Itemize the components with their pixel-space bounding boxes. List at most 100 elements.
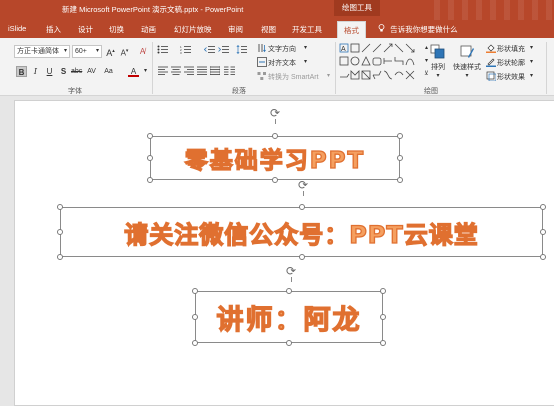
resize-handle[interactable] bbox=[57, 204, 63, 210]
align-right-icon[interactable] bbox=[183, 66, 194, 77]
resize-handle[interactable] bbox=[380, 340, 386, 346]
underline-button[interactable]: U bbox=[44, 66, 55, 77]
resize-handle[interactable] bbox=[147, 133, 153, 139]
justify-icon[interactable] bbox=[196, 66, 207, 77]
chevron-down-icon[interactable]: ▾ bbox=[530, 58, 533, 65]
tab-view[interactable]: 视图 bbox=[261, 24, 276, 35]
lightbulb-icon bbox=[378, 24, 385, 34]
shapes-gallery[interactable]: A bbox=[339, 43, 419, 83]
font-name-value: 方正卡通简体 bbox=[17, 48, 59, 55]
align-text-button[interactable]: 对齐文本 bbox=[268, 58, 296, 68]
strikethrough-button[interactable]: abc bbox=[71, 66, 82, 77]
arrange-button[interactable]: 排列 ▾ bbox=[428, 44, 448, 79]
chevron-down-icon: ▾ bbox=[465, 73, 469, 79]
resize-handle[interactable] bbox=[286, 340, 292, 346]
shadow-button[interactable]: S bbox=[58, 66, 69, 77]
resize-handle[interactable] bbox=[272, 133, 278, 139]
quick-styles-label: 快速样式 bbox=[453, 64, 481, 71]
resize-handle[interactable] bbox=[540, 254, 546, 260]
ribbon-tab-row: iSlide 插入 设计 切换 动画 幻灯片放映 审阅 视图 开发工具 格式 告… bbox=[0, 20, 554, 38]
resize-handle[interactable] bbox=[299, 254, 305, 260]
resize-handle[interactable] bbox=[192, 314, 198, 320]
resize-handle[interactable] bbox=[192, 288, 198, 294]
rotate-handle-icon[interactable]: ⟳ bbox=[297, 179, 309, 191]
resize-handle[interactable] bbox=[57, 229, 63, 235]
resize-handle[interactable] bbox=[286, 288, 292, 294]
tab-insert[interactable]: 插入 bbox=[46, 24, 61, 35]
resize-handle[interactable] bbox=[380, 314, 386, 320]
font-name-dropdown[interactable]: 方正卡通简体 ▾ bbox=[14, 45, 70, 58]
resize-handle[interactable] bbox=[397, 155, 403, 161]
bullets-icon[interactable] bbox=[157, 45, 168, 56]
resize-handle[interactable] bbox=[192, 340, 198, 346]
tell-me-box[interactable]: 告诉我你想要做什么 bbox=[378, 24, 458, 35]
resize-handle[interactable] bbox=[540, 229, 546, 235]
resize-handle[interactable] bbox=[299, 204, 305, 210]
tab-slideshow[interactable]: 幻灯片放映 bbox=[174, 24, 212, 35]
subtitle-textbox[interactable]: 请关注微信公众号：PPT云课堂 bbox=[57, 204, 546, 260]
shape-outline-button[interactable]: 形状轮廓 bbox=[497, 58, 525, 68]
rotate-handle-line bbox=[291, 277, 292, 282]
slide-editing-area: ⟳ 零基础学习PPT ⟳ 请关注微信公众号：PPT云课堂 ⟳ 讲师：阿龙 bbox=[0, 96, 554, 406]
paint-bucket-icon bbox=[485, 43, 496, 54]
numbering-icon[interactable]: 123 bbox=[180, 45, 191, 56]
rotate-handle-icon[interactable]: ⟳ bbox=[269, 107, 281, 119]
chevron-down-icon[interactable]: ▾ bbox=[327, 72, 330, 79]
contextual-tab-group-label: 绘图工具 bbox=[334, 0, 380, 16]
tab-islide[interactable]: iSlide bbox=[8, 24, 26, 33]
resize-handle[interactable] bbox=[397, 177, 403, 183]
chevron-down-icon[interactable]: ▾ bbox=[304, 58, 307, 65]
svg-text:3: 3 bbox=[180, 51, 182, 54]
text-direction-icon bbox=[256, 43, 267, 54]
distribute-icon[interactable] bbox=[209, 66, 220, 77]
resize-handle[interactable] bbox=[147, 155, 153, 161]
shape-effects-button[interactable]: 形状效果 bbox=[497, 72, 525, 82]
decrease-indent-icon[interactable] bbox=[203, 45, 215, 56]
increase-font-size-icon[interactable]: A▴ bbox=[105, 46, 116, 58]
tab-design[interactable]: 设计 bbox=[78, 24, 93, 35]
increase-indent-icon[interactable] bbox=[218, 45, 229, 56]
character-spacing-button[interactable]: AV bbox=[86, 66, 97, 77]
font-size-dropdown[interactable]: 60+ ▾ bbox=[72, 45, 102, 58]
clear-formatting-icon[interactable]: A̸ bbox=[137, 46, 148, 57]
tab-developer[interactable]: 开发工具 bbox=[292, 24, 322, 35]
resize-handle[interactable] bbox=[540, 204, 546, 210]
decrease-font-size-icon[interactable]: A▾ bbox=[119, 46, 130, 58]
arrange-label: 排列 bbox=[431, 64, 445, 71]
change-case-button[interactable]: Aa bbox=[103, 66, 114, 77]
tab-format[interactable]: 格式 bbox=[337, 21, 366, 38]
chevron-down-icon[interactable]: ▾ bbox=[140, 66, 151, 77]
tab-animations[interactable]: 动画 bbox=[141, 24, 156, 35]
chevron-down-icon[interactable]: ▾ bbox=[530, 72, 533, 79]
resize-handle[interactable] bbox=[57, 254, 63, 260]
quick-styles-icon bbox=[460, 45, 474, 58]
text-direction-button[interactable]: 文字方向 bbox=[268, 44, 296, 54]
rotate-handle-line bbox=[303, 191, 304, 196]
quick-styles-button[interactable]: 快速样式 ▾ bbox=[450, 44, 484, 79]
resize-handle[interactable] bbox=[397, 133, 403, 139]
resize-handle[interactable] bbox=[380, 288, 386, 294]
slide[interactable]: ⟳ 零基础学习PPT ⟳ 请关注微信公众号：PPT云课堂 ⟳ 讲师：阿龙 bbox=[14, 100, 554, 406]
columns-icon[interactable] bbox=[224, 66, 235, 77]
shape-fill-button[interactable]: 形状填充 bbox=[497, 44, 525, 54]
resize-handle[interactable] bbox=[147, 177, 153, 183]
bold-button[interactable]: B bbox=[16, 66, 27, 77]
tab-review[interactable]: 审阅 bbox=[228, 24, 243, 35]
chevron-down-icon[interactable]: ▾ bbox=[530, 44, 533, 51]
subtitle-text[interactable]: 请关注微信公众号：PPT云课堂 bbox=[61, 208, 542, 256]
title-textbox[interactable]: 零基础学习PPT bbox=[147, 133, 403, 183]
resize-handle[interactable] bbox=[272, 177, 278, 183]
convert-smartart-button[interactable]: 转换为 SmartArt bbox=[268, 72, 319, 82]
line-spacing-icon[interactable] bbox=[236, 44, 247, 56]
font-color-button[interactable]: A bbox=[128, 66, 139, 77]
rotate-handle-icon[interactable]: ⟳ bbox=[285, 265, 297, 277]
chevron-down-icon[interactable]: ▾ bbox=[304, 44, 307, 51]
title-text[interactable]: 零基础学习PPT bbox=[151, 137, 399, 179]
tab-transitions[interactable]: 切换 bbox=[109, 24, 124, 35]
italic-button[interactable]: I bbox=[30, 66, 41, 77]
align-left-icon[interactable] bbox=[157, 66, 168, 77]
speaker-textbox[interactable]: 讲师：阿龙 bbox=[192, 288, 386, 346]
font-size-value: 60+ bbox=[75, 48, 87, 55]
speaker-text[interactable]: 讲师：阿龙 bbox=[196, 292, 382, 342]
align-center-icon[interactable] bbox=[170, 66, 181, 77]
